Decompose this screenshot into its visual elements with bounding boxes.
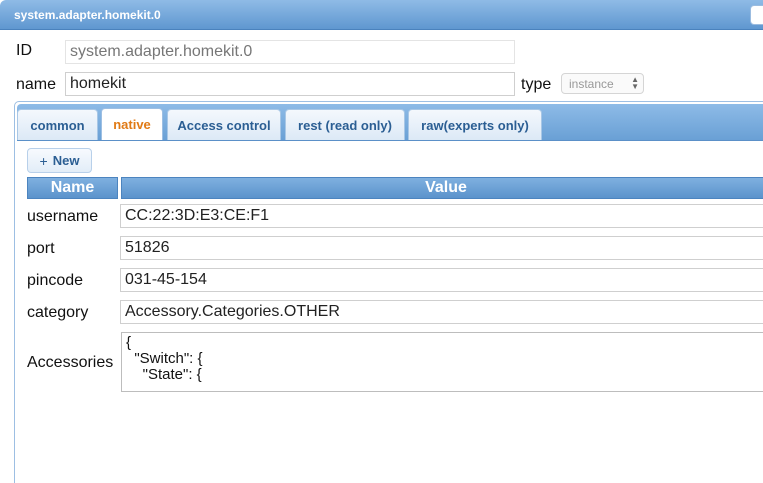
name-input[interactable]: homekit (65, 72, 515, 96)
row-label-username: username (27, 208, 99, 225)
type-select[interactable]: instance ▲ ▼ (561, 73, 644, 94)
plus-icon: + (39, 152, 48, 169)
column-header-value[interactable]: Value (121, 177, 763, 199)
new-button-label: New (52, 153, 80, 168)
id-field[interactable]: system.adapter.homekit.0 (65, 40, 515, 64)
type-label: type (521, 76, 552, 93)
value-input-category[interactable]: Accessory.Categories.OTHER (120, 300, 763, 324)
close-button[interactable] (750, 5, 763, 25)
accessories-textarea[interactable]: { "Switch": { "State": { (121, 332, 763, 392)
value-input-port[interactable]: 51826 (120, 236, 763, 260)
name-label: name (16, 76, 57, 93)
tab-access-control[interactable]: Access control (167, 109, 281, 140)
window-title: system.adapter.homekit.0 (14, 8, 161, 22)
column-header-name[interactable]: Name (27, 177, 118, 199)
new-button[interactable]: + New (27, 148, 92, 173)
row-label-port: port (27, 240, 55, 257)
updown-arrows-icon: ▲ ▼ (631, 75, 639, 91)
tabs-panel (14, 101, 763, 483)
tab-rest[interactable]: rest (read only) (285, 109, 405, 140)
tab-common[interactable]: common (17, 109, 98, 140)
value-input-pincode[interactable]: 031-45-154 (120, 268, 763, 292)
tab-raw[interactable]: raw(experts only) (408, 109, 542, 140)
row-label-accessories: Accessories (27, 354, 114, 371)
type-select-value: instance (569, 76, 614, 91)
value-input-username[interactable]: CC:22:3D:E3:CE:F1 (120, 204, 763, 228)
row-label-category: category (27, 304, 89, 321)
tab-native[interactable]: native (101, 108, 163, 140)
id-label: ID (16, 42, 32, 59)
window-titlebar[interactable]: system.adapter.homekit.0 (0, 0, 763, 30)
row-label-pincode: pincode (27, 272, 84, 289)
